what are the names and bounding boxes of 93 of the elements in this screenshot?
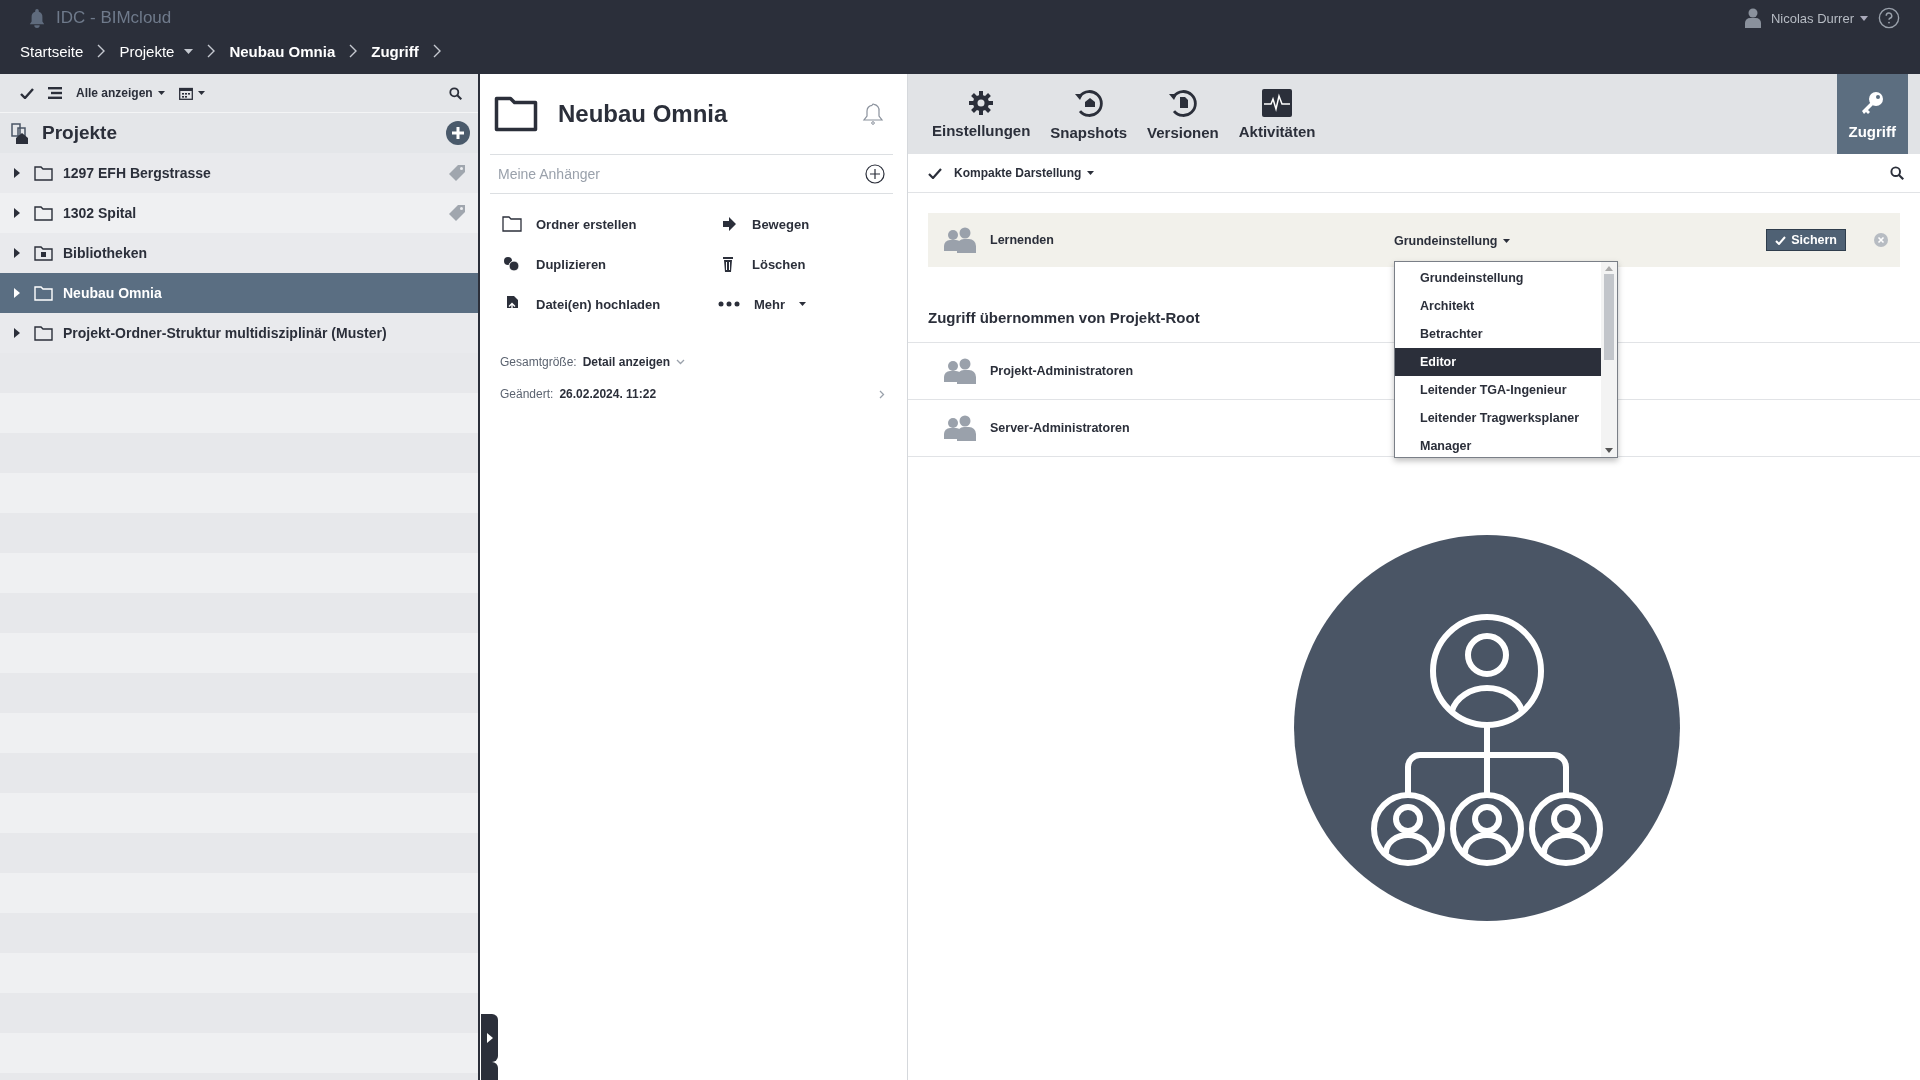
filter-dropdown[interactable]: Alle anzeigen	[76, 86, 165, 100]
toolbar-tab[interactable]: Aktivitäten	[1234, 74, 1320, 154]
add-icon[interactable]	[446, 121, 470, 145]
chevron-right-icon	[349, 44, 358, 58]
user-menu-button[interactable]: Nicolas Durrer	[1770, 10, 1868, 26]
caret-icon	[1503, 238, 1511, 243]
role-dropdown[interactable]: Grundeinstellung	[1394, 233, 1511, 248]
group-name: Lernenden	[990, 233, 1055, 247]
toolbar-tab[interactable]: Zugriff	[1836, 74, 1908, 154]
calendar-icon	[178, 86, 193, 100]
expand-arrow-icon[interactable]	[14, 208, 20, 218]
group-name: Projekt-Administratoren	[990, 364, 1134, 378]
history-house-icon	[1072, 87, 1105, 118]
tree-item[interactable]: Bibliotheken	[0, 233, 478, 273]
expand-arrow-icon[interactable]	[14, 328, 20, 338]
folder-title: Neubau Omnia	[558, 100, 728, 128]
size-detail-link[interactable]: Detail anzeigen	[582, 355, 671, 369]
action-button[interactable]: Mehr	[718, 292, 893, 316]
tree-item[interactable]: Projekt-Ordner-Struktur multidisziplinär (Muster)	[0, 313, 478, 353]
triangle-right-icon	[486, 1033, 493, 1043]
search-icon[interactable]	[449, 86, 462, 100]
caret-icon	[197, 91, 205, 95]
expand-arrow-icon[interactable]	[14, 168, 20, 178]
help-icon[interactable]	[1878, 7, 1900, 29]
action-button[interactable]: Bewegen	[718, 212, 893, 236]
followers-input[interactable]: Meine Anhänger	[498, 166, 865, 182]
user-group-icon	[944, 227, 976, 253]
tree-item[interactable]: 1297 EFH Bergstrasse	[0, 153, 478, 193]
caret-icon	[1087, 171, 1095, 175]
overlapping-circles-icon	[502, 256, 522, 272]
toolbar-tab[interactable]: Snapshots	[1046, 74, 1132, 154]
list-icon[interactable]	[48, 87, 62, 99]
chevron-right-icon	[207, 44, 216, 58]
changed-date: 26.02.2024. 11:22	[559, 387, 657, 401]
user-group-icon	[944, 415, 976, 441]
view-mode-dropdown[interactable]: Kompakte Darstellung	[954, 166, 1095, 180]
checkmark-icon[interactable]	[20, 87, 34, 99]
action-button[interactable]: Datei(en) hochladen	[502, 292, 718, 316]
action-button[interactable]: Duplizieren	[502, 252, 718, 276]
folder-icon	[34, 165, 53, 181]
role-option[interactable]: Grundeinstellung	[1395, 263, 1601, 292]
calendar-dropdown[interactable]	[178, 86, 205, 100]
breadcrumb-link[interactable]: Startseite	[20, 42, 84, 60]
chevron-right-icon[interactable]	[879, 389, 885, 399]
toolbar-tab[interactable]: Versionen	[1143, 74, 1223, 154]
bell-icon	[28, 8, 46, 28]
caret-icon	[799, 302, 807, 306]
scroll-down-icon[interactable]	[1605, 447, 1613, 453]
chevron-right-icon	[432, 44, 441, 58]
checkmark-icon[interactable]	[928, 167, 942, 179]
caret-icon	[157, 91, 165, 95]
library-folder-icon	[34, 245, 53, 261]
breadcrumb-link[interactable]: Projekte	[119, 42, 194, 60]
bell-icon[interactable]	[861, 102, 885, 126]
folder-icon	[34, 325, 53, 341]
folder-icon	[502, 216, 522, 232]
user-group-icon	[944, 358, 976, 384]
caret-icon	[1860, 15, 1868, 21]
folder-icon	[34, 285, 53, 301]
action-button[interactable]: Löschen	[718, 252, 893, 276]
checkmark-icon	[1775, 235, 1787, 245]
tree-item[interactable]: Neubau Omnia	[0, 273, 478, 313]
panel-title: Projekte	[42, 122, 117, 144]
history-document-icon	[1166, 87, 1199, 118]
breadcrumb-link[interactable]: Zugriff	[371, 42, 419, 60]
group-name: Server-Administratoren	[990, 421, 1130, 435]
pulse-icon	[1262, 88, 1293, 117]
search-icon[interactable]	[1890, 166, 1904, 180]
settings-icon	[968, 89, 995, 116]
folder-icon	[494, 96, 538, 132]
role-option[interactable]: Betrachter	[1395, 319, 1601, 348]
role-option[interactable]: Editor	[1395, 347, 1601, 376]
save-button[interactable]: Sichern	[1766, 229, 1846, 251]
add-icon[interactable]	[865, 164, 885, 184]
user-icon	[1744, 8, 1761, 28]
followers-field[interactable]: Meine Anhänger	[490, 155, 893, 194]
breadcrumb-link[interactable]: Neubau Omnia	[229, 42, 336, 60]
app-title: IDC - BIMcloud	[56, 8, 172, 28]
expand-panel-handle[interactable]	[481, 1014, 498, 1062]
size-label: Gesamtgröße:	[500, 355, 577, 369]
chevron-right-icon	[97, 44, 106, 58]
folder-icon	[34, 205, 53, 221]
action-button[interactable]: Ordner erstellen	[502, 212, 718, 236]
expand-arrow-icon[interactable]	[14, 288, 20, 298]
chevron-down-icon[interactable]	[676, 359, 686, 365]
role-option[interactable]: Leitender TGA-Ingenieur	[1395, 375, 1601, 404]
changed-label: Geändert:	[500, 387, 554, 401]
toolbar-tab[interactable]: Einstellungen	[928, 74, 1035, 154]
expand-arrow-icon[interactable]	[14, 248, 20, 258]
scrollbar[interactable]	[1601, 261, 1617, 457]
role-option[interactable]: Leitender Tragwerksplaner	[1395, 403, 1601, 432]
role-option[interactable]: Architekt	[1395, 291, 1601, 320]
role-option[interactable]: Manager	[1395, 431, 1601, 460]
